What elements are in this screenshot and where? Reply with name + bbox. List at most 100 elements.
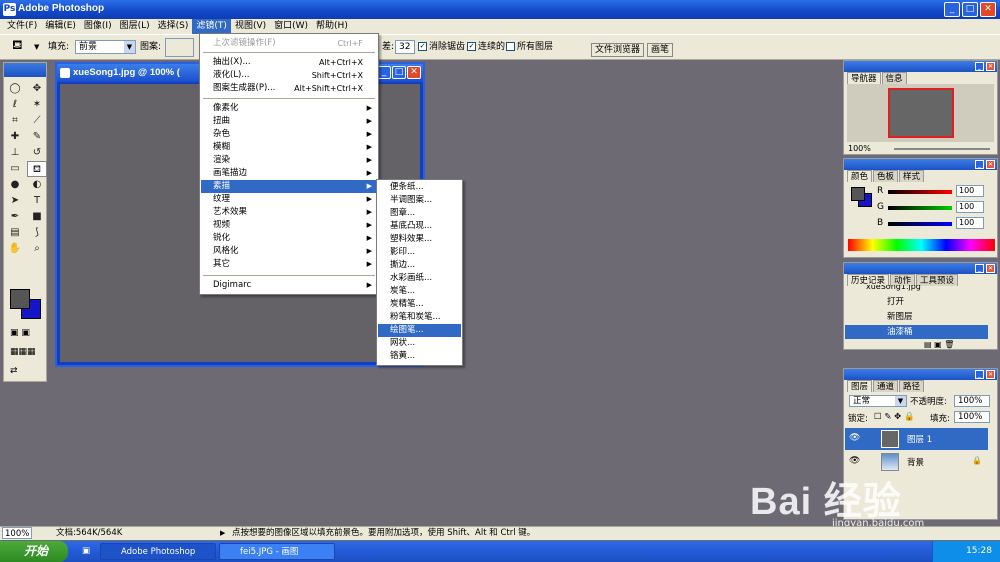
doc-minimize-button[interactable]: _ bbox=[377, 66, 391, 79]
filter-group-item[interactable]: 模糊 ▶ bbox=[201, 141, 377, 154]
menu-edit[interactable]: 编辑(E) bbox=[41, 19, 80, 34]
blend-mode-select[interactable]: 正常 ▼ bbox=[849, 395, 907, 407]
hand-tool-icon[interactable]: ✋ bbox=[5, 241, 25, 257]
menu-layer[interactable]: 图层(L) bbox=[116, 19, 154, 34]
navigator-zoom-slider[interactable] bbox=[894, 148, 990, 150]
sketch-filter-item[interactable]: 炭笔... bbox=[378, 285, 461, 298]
sketch-filter-item[interactable]: 撕边... bbox=[378, 259, 461, 272]
dodge-tool-icon[interactable]: ◐ bbox=[27, 177, 47, 193]
brush-tool-icon[interactable]: ✎ bbox=[27, 129, 47, 145]
all-layers-checkbox[interactable]: 所有图层 bbox=[506, 40, 553, 54]
marquee-tool-icon[interactable]: ◯ bbox=[5, 81, 25, 97]
zoom-tool-icon[interactable]: ⌕ bbox=[27, 241, 47, 257]
eye-icon[interactable]: 👁 bbox=[849, 433, 860, 443]
brushes-tab[interactable]: 画笔 bbox=[647, 43, 674, 57]
sketch-filter-item[interactable]: 炭精笔... bbox=[378, 298, 461, 311]
filter-group-item[interactable]: 其它 ▶ bbox=[201, 258, 377, 271]
color-ramp[interactable] bbox=[848, 239, 995, 251]
sketch-filter-item[interactable]: 粉笔和炭笔... bbox=[378, 311, 461, 324]
filter-group-item[interactable]: 风格化 ▶ bbox=[201, 245, 377, 258]
menu-filter[interactable]: 滤镜(T) bbox=[192, 19, 231, 34]
history-item[interactable]: 打开 bbox=[845, 295, 988, 309]
slice-tool-icon[interactable]: ⟋ bbox=[27, 113, 47, 129]
menu-image[interactable]: 图像(I) bbox=[80, 19, 116, 34]
g-slider[interactable] bbox=[888, 206, 952, 210]
sketch-filter-item[interactable]: 基底凸现... bbox=[378, 220, 461, 233]
tab-channels[interactable]: 通道 bbox=[873, 380, 899, 392]
tab-tool-presets[interactable]: 工具预设 bbox=[916, 274, 959, 286]
eraser-tool-icon[interactable]: ▭ bbox=[5, 161, 25, 177]
graphic-pen-item[interactable]: 绘图笔... bbox=[378, 324, 461, 337]
tab-layers[interactable]: 图层 bbox=[847, 380, 873, 392]
path-select-icon[interactable]: ➤ bbox=[5, 193, 25, 209]
screen-mode-icons[interactable]: ▦▦▦ bbox=[10, 347, 44, 361]
menu-file[interactable]: 文件(F) bbox=[3, 19, 41, 34]
g-input[interactable]: 100 bbox=[956, 201, 984, 213]
b-input[interactable]: 100 bbox=[956, 217, 984, 229]
doc-maximize-button[interactable]: □ bbox=[392, 66, 406, 79]
tab-info[interactable]: 信息 bbox=[881, 72, 907, 84]
b-slider[interactable] bbox=[888, 222, 952, 226]
status-zoom[interactable]: 100% bbox=[2, 527, 32, 539]
menu-help[interactable]: 帮助(H) bbox=[312, 19, 352, 34]
close-button[interactable]: ✕ bbox=[980, 2, 996, 17]
r-slider[interactable] bbox=[888, 190, 952, 194]
digimarc-item[interactable]: Digimarc ▶ bbox=[201, 279, 377, 292]
filter-group-item[interactable]: 视频 ▶ bbox=[201, 219, 377, 232]
sketch-filter-item[interactable]: 水彩画纸... bbox=[378, 272, 461, 285]
tab-swatches[interactable]: 色板 bbox=[873, 170, 899, 182]
menu-view[interactable]: 视图(V) bbox=[231, 19, 270, 34]
extract-item[interactable]: 抽出(X)... Alt+Ctrl+X bbox=[201, 56, 377, 69]
pattern-picker[interactable] bbox=[165, 38, 194, 57]
history-snapshot[interactable]: xueSong1.jpg bbox=[866, 285, 921, 293]
fill-select[interactable]: 前景 ▼ bbox=[75, 40, 136, 54]
quick-mask-icons[interactable]: ▣ ▣ bbox=[10, 328, 44, 342]
taskbar-item-photoshop[interactable]: Adobe Photoshop bbox=[100, 543, 216, 560]
crop-tool-icon[interactable]: ⌗ bbox=[5, 113, 25, 129]
filter-group-item[interactable]: 画笔描边 ▶ bbox=[201, 167, 377, 180]
filter-group-item[interactable]: 艺术效果 ▶ bbox=[201, 206, 377, 219]
opacity-input[interactable]: 100% bbox=[954, 395, 990, 407]
taskbar-item-paint[interactable]: fei5.JPG - 画图 bbox=[219, 543, 335, 560]
tolerance-input[interactable]: 32 bbox=[395, 40, 415, 54]
history-item-active[interactable]: 油漆桶 bbox=[845, 325, 988, 339]
show-desktop-icon[interactable]: ▣ bbox=[78, 543, 98, 560]
paint-bucket-tool-icon[interactable]: ⛾ bbox=[27, 161, 47, 177]
sketch-filter-item[interactable]: 铬黄... bbox=[378, 350, 461, 363]
layer-row-active[interactable]: 👁 图层 1 bbox=[845, 428, 988, 450]
last-filter-item[interactable]: 上次滤镜操作(F) Ctrl+F bbox=[201, 37, 377, 50]
filter-group-item[interactable]: 渲染 ▶ bbox=[201, 154, 377, 167]
navigator-zoom[interactable]: 100% bbox=[848, 144, 871, 153]
type-tool-icon[interactable]: T bbox=[27, 193, 47, 209]
tab-color[interactable]: 颜色 bbox=[847, 170, 873, 182]
filter-group-sketch[interactable]: 素描 ▶ bbox=[201, 180, 377, 193]
shape-tool-icon[interactable]: ■ bbox=[27, 209, 47, 225]
paint-bucket-icon[interactable]: ⛾ bbox=[12, 39, 23, 53]
history-brush-icon[interactable]: ↺ bbox=[27, 145, 47, 161]
navigator-view-box[interactable] bbox=[888, 88, 954, 138]
tool-preset-arrow-icon[interactable]: ▼ bbox=[34, 40, 39, 54]
healing-brush-icon[interactable]: ✚ bbox=[5, 129, 25, 145]
file-browser-tab[interactable]: 文件浏览器 bbox=[591, 43, 645, 57]
sketch-filter-item[interactable]: 影印... bbox=[378, 246, 461, 259]
history-item[interactable]: 新图层 bbox=[845, 310, 988, 324]
r-input[interactable]: 100 bbox=[956, 185, 984, 197]
move-tool-icon[interactable]: ✥ bbox=[27, 81, 47, 97]
doc-close-button[interactable]: ✕ bbox=[407, 66, 421, 79]
color-fg-swatch[interactable] bbox=[851, 187, 865, 201]
filter-group-item[interactable]: 纹理 ▶ bbox=[201, 193, 377, 206]
filter-group-item[interactable]: 锐化 ▶ bbox=[201, 232, 377, 245]
sketch-filter-item[interactable]: 图章... bbox=[378, 207, 461, 220]
lock-icons[interactable]: ☐ ✎ ✥ 🔒 bbox=[874, 412, 915, 422]
pen-tool-icon[interactable]: ✒ bbox=[5, 209, 25, 225]
tab-styles[interactable]: 样式 bbox=[899, 170, 925, 182]
pattern-maker-item[interactable]: 图案生成器(P)... Alt+Shift+Ctrl+X bbox=[201, 82, 377, 95]
maximize-button[interactable]: □ bbox=[962, 2, 978, 17]
history-footer-icons[interactable]: ▤ ▣ 🗑 bbox=[924, 340, 954, 349]
stamp-tool-icon[interactable]: ⊥ bbox=[5, 145, 25, 161]
imageready-icon[interactable]: ⇄ bbox=[10, 366, 44, 380]
blur-tool-icon[interactable]: ● bbox=[5, 177, 25, 193]
sketch-filter-item[interactable]: 塑料效果... bbox=[378, 233, 461, 246]
fill-opacity-input[interactable]: 100% bbox=[954, 411, 990, 423]
notes-tool-icon[interactable]: ▤ bbox=[5, 225, 25, 241]
